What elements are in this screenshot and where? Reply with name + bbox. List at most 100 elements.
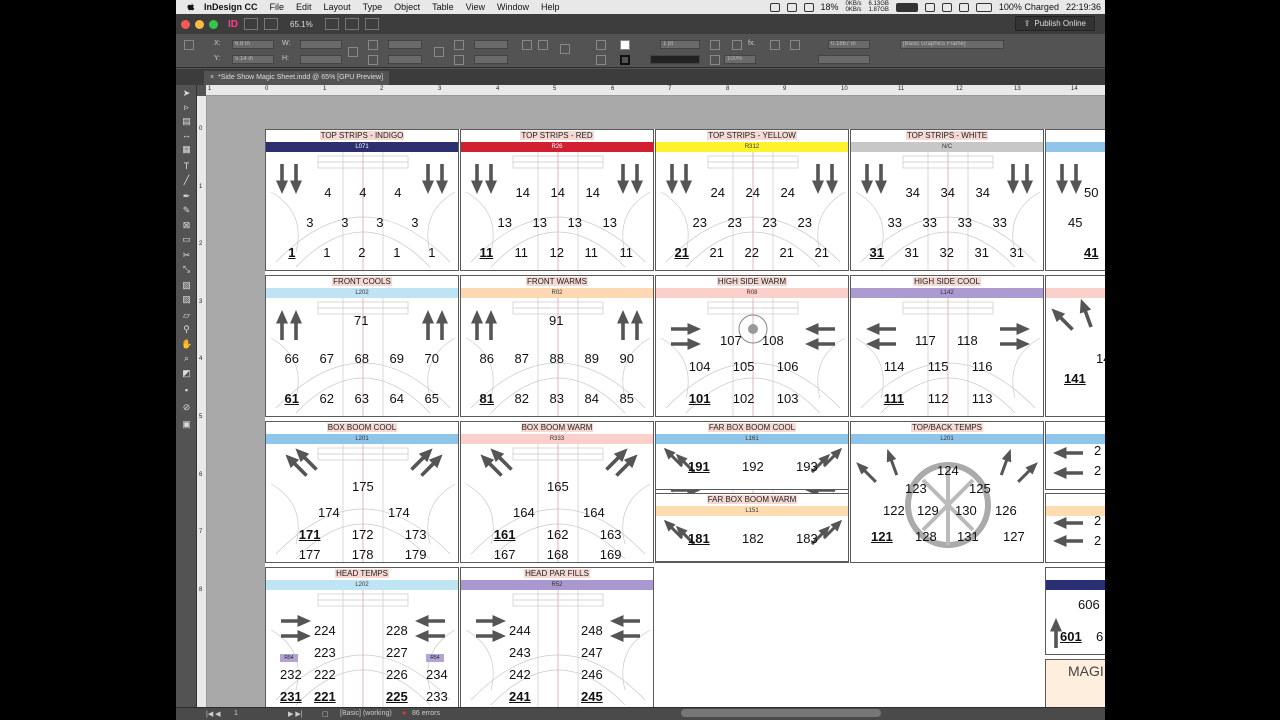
channel-number[interactable]: 24 — [711, 186, 725, 199]
pencil-tool-icon[interactable]: ✎ — [181, 205, 192, 215]
channel-number[interactable]: 129 — [917, 504, 939, 517]
menu-type[interactable]: Type — [363, 2, 383, 12]
channel-number[interactable]: 11 — [480, 246, 494, 259]
rotation-field[interactable] — [474, 40, 508, 49]
channel-number[interactable]: 233 — [426, 690, 448, 703]
gap-tool-icon[interactable]: ↔ — [181, 130, 192, 140]
channel-number[interactable]: 68 — [355, 352, 369, 365]
channel-number[interactable]: 6 — [1096, 630, 1103, 643]
channel-number[interactable]: 113 — [972, 392, 993, 405]
channel-number[interactable]: 174 — [318, 506, 340, 519]
magic-sheet-panel[interactable]: TOP STRIPS - RED R26 14 14 14 13 13 13 13 11 11 12 1… — [460, 129, 654, 271]
stroke-weight-field[interactable]: 1 pt — [660, 40, 700, 49]
channel-number[interactable]: 3 — [376, 216, 383, 229]
menu-layout[interactable]: Layout — [324, 2, 351, 12]
channel-number[interactable]: 169 — [600, 548, 622, 561]
channel-number[interactable]: 177 — [299, 548, 321, 561]
channel-number[interactable]: 125 — [969, 482, 991, 495]
effects-icon[interactable] — [732, 40, 742, 50]
channel-number[interactable]: 3 — [341, 216, 348, 229]
magic-sheet-panel[interactable]: HEAD PAR FILLS R52 244 243 242 241 248 247 246 24… — [460, 567, 654, 707]
channel-number[interactable]: 232 — [280, 668, 302, 681]
channel-number[interactable]: 13 — [568, 216, 582, 229]
channel-number[interactable]: 227 — [386, 646, 408, 659]
zoom-status[interactable]: 18% — [821, 2, 839, 12]
fill-swatch[interactable] — [620, 40, 630, 50]
clock[interactable]: 22:19:36 — [1066, 2, 1101, 12]
publish-online-button[interactable]: ⇪ Publish Online — [1014, 16, 1095, 31]
channel-number[interactable]: 172 — [352, 528, 374, 541]
channel-number[interactable]: 171 — [299, 528, 321, 541]
channel-number[interactable]: 31 — [870, 246, 884, 259]
channel-number[interactable]: 13 — [603, 216, 617, 229]
channel-number[interactable]: 164 — [513, 506, 535, 519]
channel-number[interactable]: 131 — [957, 530, 979, 543]
channel-number[interactable]: 164 — [583, 506, 605, 519]
channel-number[interactable]: 31 — [905, 246, 919, 259]
channel-number[interactable]: 105 — [733, 360, 755, 373]
channel-number[interactable]: 104 — [689, 360, 711, 373]
channel-number[interactable]: 112 — [928, 392, 949, 405]
note-tool-icon[interactable]: ▱ — [181, 310, 192, 320]
corner-offset-field[interactable]: 0.1667 in — [828, 40, 870, 49]
reference-point-icon[interactable] — [184, 40, 194, 50]
eyedropper-tool-icon[interactable]: ⚲ — [181, 324, 192, 334]
channel-number[interactable]: 102 — [733, 392, 755, 405]
channel-number[interactable]: 84 — [585, 392, 599, 405]
stroke-swatch[interactable] — [620, 55, 630, 65]
channel-number[interactable]: 13 — [533, 216, 547, 229]
zoom-window-button[interactable] — [209, 19, 218, 29]
channel-number[interactable]: 101 — [689, 392, 711, 405]
stock-button[interactable] — [264, 18, 278, 30]
channel-number[interactable]: 111 — [884, 392, 904, 405]
channel-number[interactable]: 167 — [494, 548, 516, 561]
channel-number[interactable]: 14 — [586, 186, 600, 199]
channel-number[interactable]: 123 — [905, 482, 927, 495]
channel-number[interactable]: 65 — [425, 392, 439, 405]
constrain-proportions-icon[interactable] — [348, 47, 358, 57]
channel-number[interactable]: 248 — [581, 624, 603, 637]
channel-number[interactable]: 2 — [1094, 444, 1101, 457]
channel-number[interactable]: 168 — [547, 548, 569, 561]
channel-number[interactable]: 161 — [494, 528, 516, 541]
selection-tool-icon[interactable]: ➤ — [181, 88, 192, 98]
channel-number[interactable]: 23 — [763, 216, 777, 229]
channel-number[interactable]: 107 — [720, 334, 742, 347]
channel-number[interactable]: 4 — [324, 186, 331, 199]
channel-number[interactable]: 162 — [547, 528, 569, 541]
first-page-button[interactable]: |◀ ◀ — [206, 710, 221, 718]
channel-number[interactable]: 122 — [883, 504, 905, 517]
constrain-scale-icon[interactable] — [434, 47, 444, 57]
status-icon[interactable] — [803, 2, 814, 12]
status-icon[interactable] — [769, 2, 780, 12]
channel-number[interactable]: 108 — [762, 334, 784, 347]
select-container-icon[interactable] — [596, 40, 606, 50]
apple-icon[interactable] — [186, 2, 196, 12]
channel-number[interactable]: 14 — [1096, 352, 1105, 365]
menu-object[interactable]: Object — [394, 2, 420, 12]
magic-sheet-panel[interactable]: HEAD TEMPS L202 224 223 222 221 228 227 226 225 R5… — [265, 567, 459, 707]
channel-number[interactable]: 224 — [314, 624, 336, 637]
channel-number[interactable]: 89 — [585, 352, 599, 365]
channel-number[interactable]: 22 — [745, 246, 759, 259]
channel-number[interactable]: 247 — [581, 646, 603, 659]
channel-number[interactable]: 33 — [888, 216, 902, 229]
gradient-tool-icon[interactable]: ▧ — [181, 280, 192, 290]
volume-icon[interactable] — [958, 2, 969, 12]
channel-number[interactable]: 21 — [780, 246, 794, 259]
channel-number[interactable]: 3 — [306, 216, 313, 229]
arrange-documents-button[interactable] — [364, 18, 379, 30]
screen-mode-button[interactable] — [344, 18, 359, 30]
magic-sheet-panel[interactable]: TOP STRIPS - YELLOW R312 24 24 24 23 23 23 23 21 2… — [655, 129, 849, 271]
channel-number[interactable]: 118 — [957, 334, 978, 347]
channel-number[interactable]: 61 — [285, 392, 299, 405]
channel-number[interactable]: 245 — [581, 690, 603, 703]
zoom-tool-icon[interactable]: ⌕ — [181, 353, 192, 363]
vertical-ruler[interactable]: 0 1 2 3 4 5 6 7 8 — [197, 96, 207, 707]
channel-number[interactable]: 70 — [425, 352, 439, 365]
channel-number[interactable]: 246 — [581, 668, 603, 681]
magic-sheet-panel[interactable]: BOX BOOM COOL L201 175 174 174 171 172 173 177 17… — [265, 421, 459, 563]
magic-sheet-panel[interactable]: 50 45 41 — [1045, 129, 1105, 271]
channel-number[interactable]: 130 — [955, 504, 977, 517]
magic-sheet-panel[interactable]: FAR BOX BOOM COOL L161 191 192 193 — [655, 421, 849, 490]
